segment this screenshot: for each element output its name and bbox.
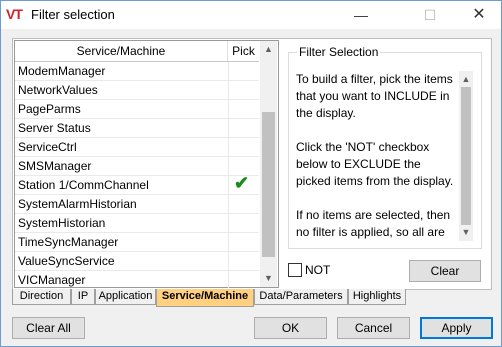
list-item[interactable]: SMSManager <box>15 157 259 176</box>
column-header-service[interactable]: Service/Machine <box>15 41 228 61</box>
service-name: SystemAlarmHistorian <box>18 197 137 211</box>
help-text-scrollbar[interactable]: ▲ ▼ <box>459 71 473 241</box>
cancel-button[interactable]: Cancel <box>337 317 410 339</box>
list-item[interactable]: ValueSyncService <box>15 252 259 271</box>
scroll-down-arrow-icon[interactable]: ▼ <box>260 270 277 287</box>
clear-button[interactable]: Clear <box>409 260 481 282</box>
maximize-button[interactable]: ☐ <box>407 1 453 29</box>
service-name: TimeSyncManager <box>18 235 119 249</box>
service-name: ModemManager <box>18 64 106 78</box>
close-button[interactable]: ✕ <box>456 1 502 29</box>
pick-cell[interactable] <box>228 62 260 80</box>
service-name: ServiceCtrl <box>18 140 77 154</box>
pick-cell[interactable] <box>228 119 260 137</box>
list-scrollbar[interactable]: ▲ ▼ <box>260 41 277 287</box>
pick-cell[interactable]: ✔ <box>228 173 260 194</box>
list-rows: ModemManager NetworkValues PageParms Server… <box>15 62 259 290</box>
not-checkbox[interactable] <box>288 263 302 277</box>
pick-cell[interactable] <box>228 81 260 99</box>
filter-selection-window: VT Filter selection — ☐ ✕ Service/Machin… <box>0 0 502 347</box>
scroll-up-arrow-icon[interactable]: ▲ <box>260 41 277 58</box>
service-machine-list[interactable]: Service/Machine Pick ModemManager Network… <box>14 40 279 290</box>
list-item[interactable]: SystemAlarmHistorian <box>15 195 259 214</box>
checkmark-icon: ✔ <box>234 173 250 193</box>
service-name: VICManager <box>18 273 86 287</box>
filter-selection-title: Filter Selection <box>297 45 381 59</box>
help-scroll-down-icon[interactable]: ▼ <box>459 224 473 241</box>
scroll-thumb[interactable] <box>262 111 275 257</box>
filter-panel: Service/Machine Pick ModemManager Network… <box>12 38 492 290</box>
pick-cell[interactable] <box>228 214 260 232</box>
pick-cell[interactable] <box>228 252 260 270</box>
apply-button[interactable]: Apply <box>420 317 493 339</box>
service-name: Station 1/CommChannel <box>18 178 149 192</box>
tab-direction[interactable]: Direction <box>12 289 71 305</box>
filter-help-text: To build a filter, pick the items that y… <box>296 72 454 243</box>
ok-button[interactable]: OK <box>254 317 327 339</box>
list-item[interactable]: Station 1/CommChannel ✔ <box>15 173 260 195</box>
service-name: SystemHistorian <box>18 216 106 230</box>
minimize-button[interactable]: — <box>338 1 384 29</box>
list-header: Service/Machine Pick <box>15 41 259 62</box>
list-item[interactable]: PageParms <box>15 100 259 119</box>
list-item[interactable]: ServiceCtrl <box>15 138 259 157</box>
pick-cell[interactable] <box>228 195 260 213</box>
pick-cell[interactable] <box>228 100 260 118</box>
pick-cell[interactable] <box>228 271 260 289</box>
tab-ip[interactable]: IP <box>71 289 95 305</box>
clear-all-button[interactable]: Clear All <box>12 317 85 339</box>
tab-data-parameters[interactable]: Data/Parameters <box>254 289 348 305</box>
list-item[interactable]: ModemManager <box>15 62 259 81</box>
tab-application[interactable]: Application <box>95 289 156 305</box>
list-item[interactable]: Server Status <box>15 119 259 138</box>
list-item[interactable]: TimeSyncManager <box>15 233 259 252</box>
window-title: Filter selection <box>31 7 115 22</box>
service-name: ValueSyncService <box>18 254 115 268</box>
app-icon: VT <box>6 6 23 22</box>
list-item[interactable]: NetworkValues <box>15 81 259 100</box>
filter-selection-group: Filter Selection To build a filter, pick… <box>288 45 482 249</box>
pick-cell[interactable] <box>228 138 260 156</box>
help-scroll-thumb[interactable] <box>461 87 471 225</box>
service-name: NetworkValues <box>18 83 98 97</box>
tab-highlights[interactable]: Highlights <box>348 289 406 305</box>
column-header-pick[interactable]: Pick <box>228 41 259 61</box>
help-scroll-up-icon[interactable]: ▲ <box>459 71 473 88</box>
list-item[interactable]: VICManager <box>15 271 259 290</box>
not-label: NOT <box>305 263 331 277</box>
tab-service-machine[interactable]: Service/Machine <box>156 289 254 307</box>
pick-cell[interactable] <box>228 233 260 251</box>
service-name: PageParms <box>18 102 81 116</box>
service-name: SMSManager <box>18 159 92 173</box>
title-bar: VT Filter selection — ☐ ✕ <box>1 1 501 29</box>
list-item[interactable]: SystemHistorian <box>15 214 259 233</box>
service-name: Server Status <box>18 121 91 135</box>
